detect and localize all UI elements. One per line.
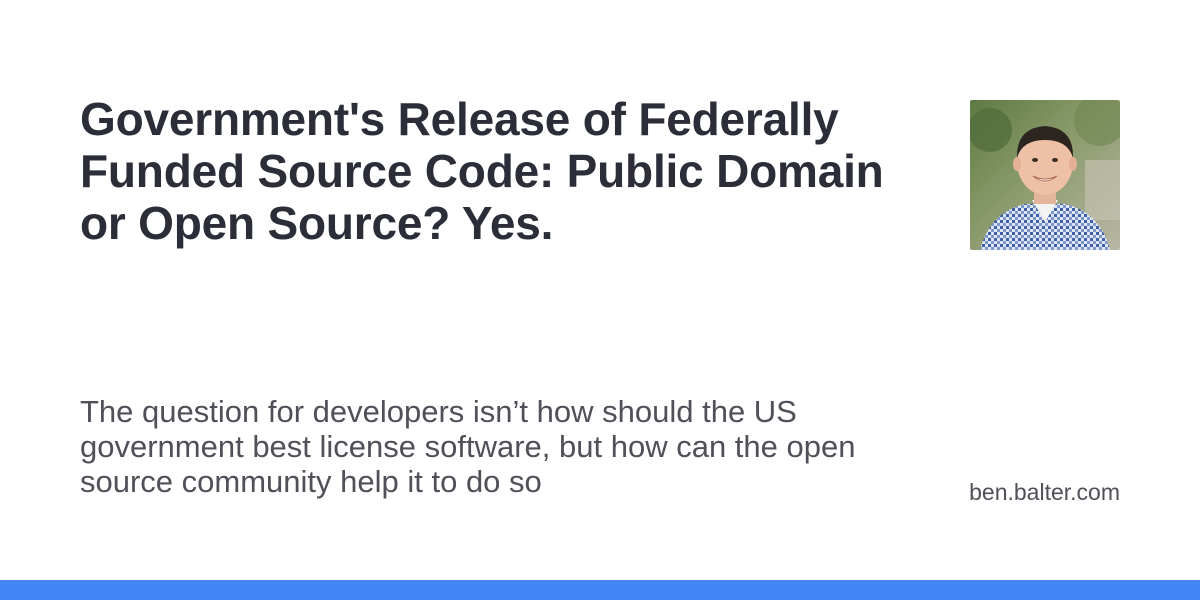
site-domain: ben.balter.com — [969, 479, 1120, 505]
author-avatar — [970, 100, 1120, 250]
accent-bar — [0, 580, 1200, 600]
person-photo-icon — [970, 100, 1120, 250]
post-description: The question for developers isn’t how sh… — [80, 394, 856, 499]
post-title: Government's Release of Federally Funded… — [80, 93, 884, 249]
social-card: Government's Release of Federally Funded… — [0, 0, 1200, 600]
